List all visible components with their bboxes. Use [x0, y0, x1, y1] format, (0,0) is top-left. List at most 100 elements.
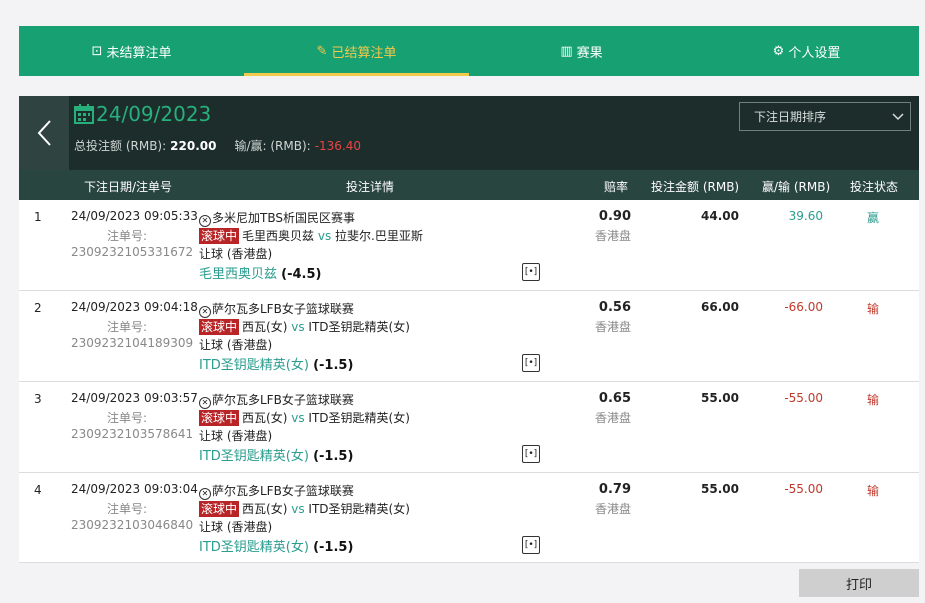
- tab-settled-bets[interactable]: ✎ 已结算注单: [244, 26, 469, 76]
- row-index: 1: [34, 210, 42, 224]
- order-number: 2309232103046840: [71, 518, 194, 532]
- home-team: 西瓦(女): [242, 320, 288, 334]
- bet-datetime: 24/09/2023 09:03:04: [71, 482, 198, 496]
- league-name: 萨尔瓦多LFB女子篮球联赛: [212, 393, 354, 407]
- table-row: 2 24/09/2023 09:04:18 注单号: 2309232104189…: [19, 291, 919, 382]
- chevron-down-icon: [892, 112, 904, 120]
- vs-label: vs: [291, 320, 305, 334]
- odds-type: 香港盘: [594, 502, 631, 516]
- league-name: 萨尔瓦多LFB女子篮球联赛: [212, 302, 354, 316]
- col-details: 投注详情: [346, 180, 395, 194]
- odds-value: 0.90: [598, 209, 631, 224]
- col-stake: 投注金额 (RMB): [651, 180, 740, 194]
- back-button[interactable]: [19, 96, 69, 170]
- live-stream-icon[interactable]: [•]: [522, 445, 540, 463]
- odds-type: 香港盘: [594, 411, 631, 425]
- col-odds: 赔率: [604, 180, 629, 194]
- odds-type: 香港盘: [594, 229, 631, 243]
- selection-team: ITD圣钥匙精英(女): [199, 358, 309, 373]
- handicap: (-1.5): [313, 358, 354, 373]
- live-stream-icon[interactable]: [•]: [522, 354, 540, 372]
- vs-label: vs: [291, 502, 305, 516]
- live-badge: 滚球中: [199, 319, 240, 335]
- winloss-amount: -55.00: [784, 482, 823, 496]
- handicap: (-4.5): [281, 267, 322, 282]
- market-type: 让球 (香港盘): [199, 247, 273, 261]
- vs-label: vs: [291, 411, 305, 425]
- calendar-icon: [74, 104, 94, 124]
- odds-value: 0.56: [598, 300, 631, 315]
- date-picker[interactable]: 24/09/2023: [74, 102, 211, 126]
- tab-label: 赛果: [576, 45, 603, 61]
- live-stream-icon[interactable]: [•]: [522, 263, 540, 281]
- order-label: 注单号:: [107, 229, 148, 243]
- league-name: 萨尔瓦多LFB女子篮球联赛: [212, 484, 354, 498]
- row-index: 3: [34, 392, 42, 406]
- selection-team: 毛里西奥贝兹: [199, 267, 278, 282]
- order-label: 注单号:: [107, 320, 148, 334]
- away-team: ITD圣钥匙精英(女): [308, 320, 410, 334]
- order-label: 注单号:: [107, 411, 148, 425]
- gear-icon: ⚙: [772, 43, 785, 59]
- nav-tabs: ⊡ 未结算注单 ✎ 已结算注单 ▥ 赛果 ⚙ 个人设置: [19, 26, 919, 76]
- odds-type: 香港盘: [594, 320, 631, 334]
- selection-line: ITD圣钥匙精英(女) (-1.5): [199, 354, 353, 373]
- market-type: 让球 (香港盘): [199, 520, 273, 534]
- chevron-left-icon: [37, 120, 51, 146]
- table-row: 1 24/09/2023 09:05:33 注单号: 2309232105331…: [19, 200, 919, 291]
- away-team: ITD圣钥匙精英(女): [308, 411, 410, 425]
- selection-line: 毛里西奥贝兹 (-4.5): [199, 263, 321, 282]
- odds-value: 0.79: [598, 482, 631, 497]
- total-stake-label: 总投注额 (RMB):: [74, 139, 167, 153]
- status-badge: 输: [867, 302, 880, 316]
- winloss-value: -136.40: [314, 139, 362, 153]
- tab-settings[interactable]: ⚙ 个人设置: [694, 26, 919, 76]
- col-status: 投注状态: [850, 180, 899, 194]
- summary-header: 24/09/2023 总投注额 (RMB): 220.00 输/赢: (RMB): -…: [19, 96, 919, 170]
- col-date: 下注日期/注单号: [84, 180, 173, 194]
- stake-value: 66.00: [701, 300, 739, 314]
- totals-line: 总投注额 (RMB): 220.00 输/赢: (RMB): -136.40: [74, 137, 361, 154]
- teams-line: 滚球中 西瓦(女) vs ITD圣钥匙精英(女): [199, 409, 410, 426]
- teams-line: 滚球中 西瓦(女) vs ITD圣钥匙精英(女): [199, 318, 410, 335]
- market-type: 让球 (香港盘): [199, 338, 273, 352]
- home-team: 毛里西奥贝兹: [242, 229, 315, 243]
- selection-team: ITD圣钥匙精英(女): [199, 449, 309, 464]
- sport-icon: ✕: [199, 215, 211, 227]
- league-name: 多米尼加TBS析国民区赛事: [212, 211, 355, 225]
- status-badge: 输: [867, 393, 880, 407]
- bet-datetime: 24/09/2023 09:03:57: [71, 391, 198, 405]
- tab-label: 已结算注单: [331, 45, 397, 61]
- print-button[interactable]: 打印: [799, 569, 919, 597]
- table-row: 3 24/09/2023 09:03:57 注单号: 2309232103578…: [19, 382, 919, 473]
- tab-label: 个人设置: [788, 45, 841, 61]
- row-index: 4: [34, 483, 42, 497]
- receipt-icon: ⊡: [91, 43, 103, 59]
- tab-label: 未结算注单: [106, 45, 172, 61]
- bets-table: 1 24/09/2023 09:05:33 注单号: 2309232105331…: [19, 200, 919, 563]
- live-badge: 滚球中: [199, 501, 240, 517]
- order-number: 2309232103578641: [71, 427, 194, 441]
- sort-selected: 下注日期排序: [754, 110, 827, 124]
- live-stream-icon[interactable]: [•]: [522, 536, 540, 554]
- tab-unsettled-bets[interactable]: ⊡ 未结算注单: [19, 26, 244, 76]
- scoreboard-icon: ▥: [560, 43, 573, 59]
- sort-dropdown[interactable]: 下注日期排序: [739, 102, 911, 131]
- stake-value: 44.00: [701, 209, 739, 223]
- league-line: ✕ 多米尼加TBS析国民区赛事: [199, 209, 355, 227]
- vs-label: vs: [317, 229, 332, 243]
- stake-value: 55.00: [701, 482, 739, 496]
- bet-datetime: 24/09/2023 09:05:33: [71, 209, 198, 223]
- handicap: (-1.5): [313, 449, 354, 464]
- home-team: 西瓦(女): [242, 411, 288, 425]
- selected-date: 24/09/2023: [96, 102, 212, 126]
- league-line: ✕ 萨尔瓦多LFB女子篮球联赛: [199, 300, 354, 318]
- edit-icon: ✎: [316, 43, 328, 59]
- status-badge: 赢: [867, 211, 880, 225]
- sport-icon: ✕: [199, 397, 211, 409]
- tab-results[interactable]: ▥ 赛果: [469, 26, 694, 76]
- live-badge: 滚球中: [199, 410, 240, 426]
- away-team: 拉斐尔.巴里亚斯: [335, 229, 423, 243]
- stake-value: 55.00: [701, 391, 739, 405]
- selection-line: ITD圣钥匙精英(女) (-1.5): [199, 445, 353, 464]
